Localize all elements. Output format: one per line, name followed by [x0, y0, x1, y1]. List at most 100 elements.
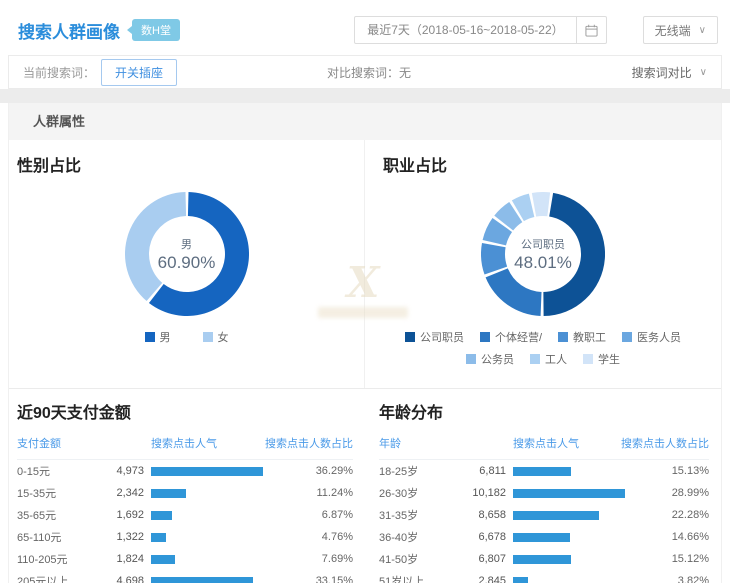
row-pct: 15.13% [637, 465, 709, 477]
audience-attributes-card: 人群属性 性别占比 男 60.90% 男女 职业占比 公司职员 48. [8, 103, 722, 583]
table-row: 41-50岁6,80715.12% [379, 548, 709, 570]
row-pct: 4.76% [281, 531, 353, 543]
chart-title-occupation: 职业占比 [365, 152, 721, 176]
row-pct: 28.99% [637, 487, 709, 499]
bar [513, 533, 570, 542]
occupation-donut-chart: 公司职员 48.01% [481, 192, 605, 316]
legend-label: 公务员 [481, 351, 514, 367]
legend-item[interactable]: 工人 [530, 351, 567, 367]
legend-label: 教职工 [573, 329, 606, 345]
row-pct: 15.12% [637, 553, 709, 565]
legend-swatch-icon [203, 332, 213, 342]
legend-item[interactable]: 公务员 [466, 351, 514, 367]
legend-swatch-icon [466, 354, 476, 364]
bar-track [513, 489, 637, 498]
table-row: 110-205元1,8247.69% [17, 548, 353, 570]
legend-item[interactable]: 公司职员 [405, 329, 464, 345]
page-header: 搜索人群画像 数H堂 最近7天（2018-05-16~2018-05-22） 无… [8, 12, 722, 48]
current-keyword-button[interactable]: 开关插座 [101, 59, 177, 86]
bar-track [513, 467, 637, 476]
legend-item[interactable]: 女 [203, 329, 229, 345]
column-header: 搜索点击人气 [464, 435, 609, 451]
bar [151, 533, 166, 542]
legend-label: 工人 [545, 351, 567, 367]
legend-swatch-icon [145, 332, 155, 342]
bar [151, 489, 186, 498]
compare-keyword-label: 对比搜索词：无 [327, 64, 411, 81]
row-label: 51岁以上 [379, 573, 464, 583]
column-header: 搜索点击人数占比 [253, 435, 353, 451]
bar [513, 555, 571, 564]
legend-swatch-icon [480, 332, 490, 342]
row-label: 35-65元 [17, 507, 102, 523]
payment-table-body: 0-15元4,97336.29%15-35元2,34211.24%35-65元1… [17, 460, 353, 583]
row-label: 26-30岁 [379, 485, 464, 501]
terminal-dropdown[interactable]: 无线端 ∨ [643, 16, 718, 44]
row-value: 2,845 [464, 575, 506, 583]
legend-label: 学生 [598, 351, 620, 367]
row-value: 4,698 [102, 575, 144, 583]
bar [151, 511, 172, 520]
table-row: 51岁以上2,8453.82% [379, 570, 709, 583]
row-value: 8,658 [464, 509, 506, 521]
calendar-button[interactable] [577, 16, 607, 44]
keyword-compare-dropdown[interactable]: 搜索词对比 ∨ [632, 64, 707, 81]
row-label: 36-40岁 [379, 529, 464, 545]
row-pct: 7.69% [281, 553, 353, 565]
table-row: 0-15元4,97336.29% [17, 460, 353, 482]
bar [513, 467, 571, 476]
date-range-selector[interactable]: 最近7天（2018-05-16~2018-05-22） [354, 16, 576, 44]
legend-item[interactable]: 个体经营/ [480, 329, 542, 345]
bar-track [151, 467, 281, 476]
legend-swatch-icon [622, 332, 632, 342]
page: 搜索人群画像 数H堂 最近7天（2018-05-16~2018-05-22） 无… [0, 0, 730, 583]
column-header: 搜索点击人气 [102, 435, 253, 451]
row-pct: 36.29% [281, 465, 353, 477]
current-keyword-label: 当前搜索词： [23, 64, 95, 81]
section-title: 人群属性 [33, 114, 85, 129]
legend-label: 医务人员 [637, 329, 681, 345]
payment-table-header: 支付金额搜索点击人气搜索点击人数占比 [17, 429, 353, 460]
legend-label: 公司职员 [420, 329, 464, 345]
column-header: 年龄 [379, 435, 464, 451]
row-pct: 22.28% [637, 509, 709, 521]
legend-item[interactable]: 学生 [583, 351, 620, 367]
row-label: 18-25岁 [379, 463, 464, 479]
section-header: 人群属性 [9, 103, 721, 140]
table-row: 18-25岁6,811 15.13% [379, 460, 709, 482]
bar [151, 577, 253, 583]
bar-track [513, 533, 637, 542]
age-table-panel: 年龄分布 年龄搜索点击人气搜索点击人数占比 18-25岁6,81115.13%2… [365, 389, 721, 583]
row-label: 205元以上 [17, 573, 102, 583]
legend-item[interactable]: 医务人员 [622, 329, 681, 345]
row-value: 4,973 [102, 465, 144, 477]
bar-track [151, 489, 281, 498]
legend-label: 个体经营/ [495, 329, 542, 345]
table-row: 35-65元1,6926.87% [17, 504, 353, 526]
bar [513, 511, 599, 520]
gender-legend: 男女 [22, 329, 352, 345]
row-pct: 14.66% [637, 531, 709, 543]
legend-swatch-icon [530, 354, 540, 364]
legend-item[interactable]: 男 [145, 329, 171, 345]
gender-donut-chart: 男 60.90% [125, 192, 249, 316]
chevron-down-icon: ∨ [699, 25, 706, 36]
gender-chart-panel: 性别占比 男 60.90% 男女 [9, 140, 365, 388]
legend-item[interactable]: 教职工 [558, 329, 606, 345]
bar-track [151, 577, 281, 583]
legend-label: 女 [218, 329, 229, 345]
row-value: 2,342 [102, 487, 144, 499]
table-row: 31-35岁8,65822.28% [379, 504, 709, 526]
chevron-down-icon: ∨ [700, 67, 707, 78]
row-value: 6,811 [464, 465, 506, 477]
row-pct: 11.24% [281, 487, 353, 499]
occupation-legend: 公司职员 个体经营/教职工 医务人员公务员 工人 学生 [378, 329, 708, 373]
bar-track [151, 555, 281, 564]
title-badge: 数H堂 [132, 19, 180, 41]
legend-label: 男 [160, 329, 171, 345]
row-value: 1,322 [102, 531, 144, 543]
table-title-payment: 近90天支付金额 [17, 399, 353, 423]
row-pct: 33.15% [281, 575, 353, 583]
donut-slice-女 [125, 192, 186, 301]
table-row: 36-40岁6,67814.66% [379, 526, 709, 548]
